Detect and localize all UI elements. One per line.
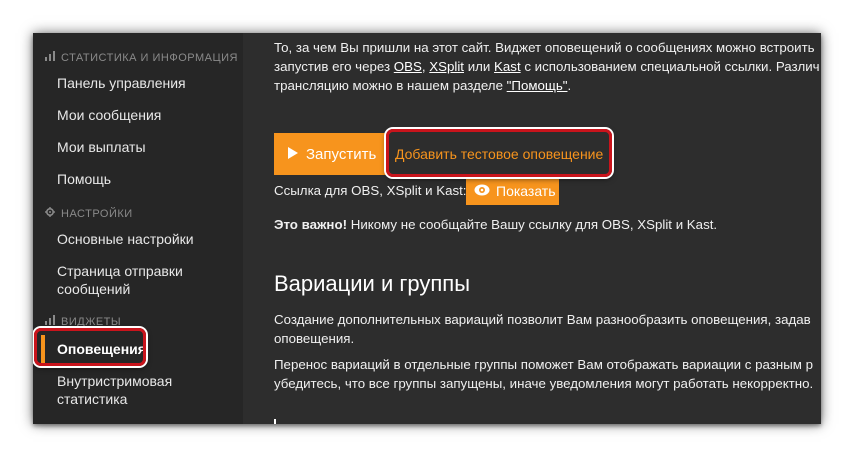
run-button[interactable]: Запустить (274, 133, 389, 175)
help-link[interactable]: "Помощь" (507, 78, 568, 93)
add-test-alert-button[interactable]: Добавить тестовое оповещение (389, 133, 618, 175)
intro-line-2-pre: запустив его через (274, 59, 394, 74)
xsplit-link[interactable]: XSplit (429, 59, 464, 74)
sidebar-item-payouts[interactable]: Мои выплаты (57, 138, 146, 156)
important-text: Никому не сообщайте Вашу ссылку для OBS,… (347, 217, 718, 232)
para1-line-1: Создание дополнительных вариаций позволи… (274, 312, 811, 327)
intro-or: или (464, 59, 495, 74)
sidebar-item-messages[interactable]: Мои сообщения (57, 106, 161, 124)
play-icon (288, 146, 298, 163)
intro-line-2: запустив его через OBS, XSplit или Kast … (274, 57, 820, 76)
link-label: Ссылка для OBS, XSplit и Kast: (274, 183, 467, 198)
sidebar-item-stream-stats-line2: статистика (57, 391, 128, 407)
section-widgets-title: ВИДЖЕТЫ (61, 315, 122, 328)
para2-line-1: Перенос вариаций в отдельные группы помо… (274, 357, 813, 372)
section-settings-title: НАСТРОЙКИ (61, 207, 133, 220)
show-link-button-label: Показать (496, 182, 556, 199)
important-bold: Это важно! (274, 217, 348, 232)
intro-line-3: трансляцию можно в нашем разделе "Помощь… (274, 76, 571, 95)
sidebar-item-alerts[interactable]: Оповещения (57, 340, 146, 358)
sidebar-item-stream-stats[interactable]: Внутристримовая статистика (57, 372, 172, 408)
section-stats-title: СТАТИСТИКА И ИНФОРМАЦИЯ (61, 51, 238, 64)
para2-line-2: убедитесь, что все группы запущены, инач… (274, 376, 814, 391)
intro-line-2-post: с использованием специальной ссылки. Раз… (520, 59, 820, 74)
sidebar: СТАТИСТИКА И ИНФОРМАЦИЯ Панель управлени… (33, 33, 243, 424)
sidebar-item-send-page-line2: сообщений (57, 281, 131, 297)
intro-line-1: То, за чем Вы пришли на этот сайт. Видже… (274, 40, 815, 55)
main-content: То, за чем Вы пришли на этот сайт. Видже… (243, 33, 821, 424)
app-window: СТАТИСТИКА И ИНФОРМАЦИЯ Панель управлени… (33, 33, 821, 424)
intro-line-3-pre: трансляцию можно в нашем разделе (274, 78, 507, 93)
section-title: Вариации и группы (274, 271, 471, 296)
sidebar-item-dashboard[interactable]: Панель управления (57, 74, 186, 92)
sidebar-item-help[interactable]: Помощь (57, 170, 111, 188)
sidebar-item-send-page[interactable]: Страница отправки сообщений (57, 262, 183, 298)
text-cursor (274, 419, 276, 424)
eye-icon (474, 183, 490, 199)
show-link-button[interactable]: Показать (466, 176, 559, 205)
intro-line-3-post: . (567, 78, 572, 93)
section-stats-header: СТАТИСТИКА И ИНФОРМАЦИЯ (45, 51, 238, 64)
bar-chart-icon (45, 51, 55, 64)
section-widgets-header: ВИДЖЕТЫ (45, 315, 121, 328)
sidebar-item-send-page-line1: Страница отправки (57, 263, 183, 279)
bar-chart-icon (45, 315, 55, 328)
kast-link[interactable]: Kast (494, 59, 521, 74)
sidebar-item-stream-stats-line1: Внутристримовая (57, 373, 173, 389)
active-indicator (41, 335, 45, 363)
important-note: Это важно! Никому не сообщайте Вашу ссыл… (274, 215, 717, 234)
gear-icon (45, 207, 55, 220)
run-button-label: Запустить (306, 145, 377, 163)
section-settings-header: НАСТРОЙКИ (45, 207, 133, 220)
para1-line-2: оповещения. (274, 331, 355, 346)
sidebar-item-main-settings[interactable]: Основные настройки (57, 230, 194, 248)
obs-link[interactable]: OBS (394, 59, 422, 74)
